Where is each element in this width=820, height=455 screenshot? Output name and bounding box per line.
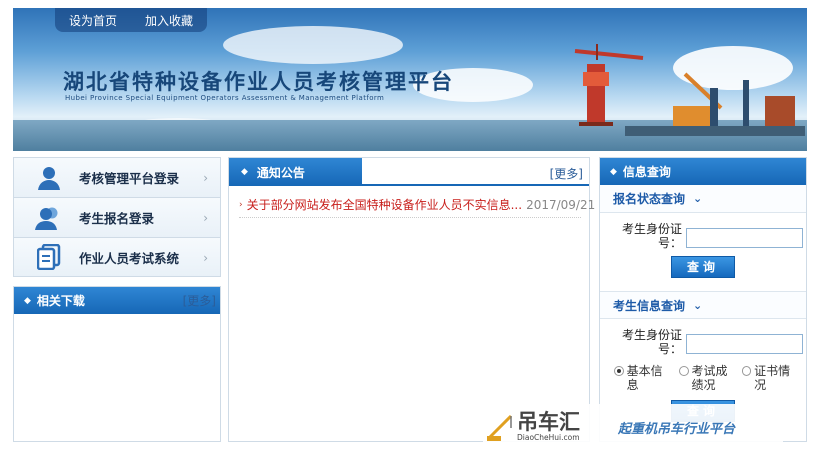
users-icon [33, 202, 65, 234]
top-nav: 设为首页 加入收藏 [55, 8, 207, 32]
chevron-down-icon: ⌄ [693, 192, 703, 205]
id-number-label: 考生身份证号： [621, 222, 682, 250]
downloads-panel: ◆ 相关下载 [更多] [13, 286, 221, 442]
bullet-arrow-icon: › [239, 199, 243, 210]
notice-header: ◆ 通知公告 [更多] [229, 158, 589, 186]
status-id-row: 考生身份证号： [600, 222, 806, 250]
info-query-panel: ◆ 信息查询 报名状态查询 ⌄ 考生身份证号： 查询 考生信息查询 ⌄ 考生身份… [599, 157, 807, 442]
notice-panel: ◆ 通知公告 [更多] › 关于部分网站发布全国特种设备作业人员不实信息... … [228, 157, 595, 442]
notice-more-link[interactable]: [更多] [550, 165, 583, 182]
info-query-title: 信息查询 [622, 165, 671, 179]
query-type-options: 基本信息 考试成绩况 证书情况 [600, 364, 806, 392]
notice-title: 通知公告 [256, 165, 305, 180]
student-id-input[interactable] [686, 334, 803, 354]
chevron-right-icon: › [203, 211, 208, 225]
menu-item-label: 作业人员考试系统 [79, 250, 180, 266]
student-id-row: 考生身份证号： [600, 328, 806, 356]
radio-selected-icon [614, 366, 624, 376]
diamond-icon: ◆ [241, 167, 248, 177]
downloads-header: ◆ 相关下载 [更多] [14, 287, 220, 314]
menu-item-exam-system[interactable]: 作业人员考试系统 › [13, 237, 221, 277]
list-item: › 关于部分网站发布全国特种设备作业人员不实信息... 2017/09/21 [239, 196, 595, 218]
document-icon [33, 241, 65, 273]
status-query-title[interactable]: 报名状态查询 ⌄ [600, 185, 806, 213]
site-title: 湖北省特种设备作业人员考核管理平台 [63, 69, 454, 94]
add-favorite-link[interactable]: 加入收藏 [145, 12, 193, 29]
menu-item-student-login[interactable]: 考生报名登录 › [13, 197, 221, 237]
student-query-title[interactable]: 考生信息查询 ⌄ [600, 291, 806, 319]
menu-item-label: 考核管理平台登录 [79, 171, 180, 186]
radio-unselected-icon [678, 366, 689, 376]
watermark-url: DiaoCheHui.com [517, 432, 580, 442]
crane-logo-icon [487, 414, 513, 441]
radio-label: 证书情况 [754, 364, 791, 392]
notice-tab: ◆ 通知公告 [229, 158, 362, 186]
id-number-label: 考生身份证号： [621, 328, 682, 356]
user-icon [33, 162, 65, 194]
downloads-more-link[interactable]: [更多] [183, 292, 216, 309]
login-menu: 考核管理平台登录 › 考生报名登录 › 作业人员考试系统 › [13, 157, 221, 277]
status-query-button[interactable]: 查询 [671, 256, 735, 278]
notice-link[interactable]: 关于部分网站发布全国特种设备作业人员不实信息... [247, 196, 522, 213]
header-banner: 设为首页 加入收藏 湖北省特种设备作业人员考核管理平台 Hubei Provin… [13, 8, 807, 151]
status-query-title-text: 报名状态查询 [613, 192, 686, 206]
watermark-slogan: 起重机吊车行业平台 [618, 422, 736, 437]
notice-date: 2017/09/21 [526, 197, 596, 212]
menu-item-admin-login[interactable]: 考核管理平台登录 › [13, 157, 221, 197]
site-subtitle: Hubei Province Special Equipment Operato… [65, 94, 385, 102]
menu-item-label: 考生报名登录 [79, 211, 155, 226]
diamond-icon: ◆ [24, 295, 31, 306]
radio-certificate[interactable]: 证书情况 [741, 364, 801, 392]
student-query-title-text: 考生信息查询 [613, 298, 686, 313]
chevron-down-icon: ⌄ [693, 298, 703, 312]
watermark: 吊车汇 DiaoCheHui.com 起重机吊车行业平台 [483, 404, 783, 448]
status-id-input[interactable] [686, 228, 803, 248]
watermark-logo: 吊车汇 [517, 409, 580, 434]
radio-basic-info[interactable]: 基本信息 [614, 364, 673, 392]
radio-exam-scores[interactable]: 考试成绩况 [678, 364, 736, 392]
set-homepage-link[interactable]: 设为首页 [69, 12, 117, 29]
radio-label: 考试成绩况 [691, 364, 728, 392]
chevron-right-icon: › [203, 251, 208, 265]
cloud [223, 26, 403, 64]
chevron-right-icon: › [203, 171, 208, 185]
downloads-title: 相关下载 [36, 294, 85, 308]
radio-unselected-icon [741, 366, 752, 376]
diamond-icon: ◆ [610, 166, 617, 177]
harbor-crane-illustration [574, 44, 805, 136]
info-query-header: ◆ 信息查询 [600, 158, 806, 185]
radio-label: 基本信息 [626, 364, 663, 392]
